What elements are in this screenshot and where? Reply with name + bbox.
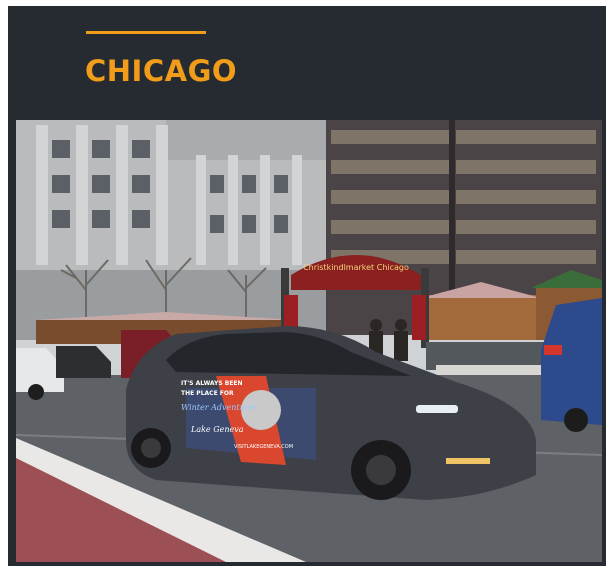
city-photo[interactable]: Christkindlmarket Chicago IT'S ALWAYS BE… [16, 120, 602, 562]
accent-rule [86, 31, 206, 34]
car-wrap-headline-2: THE PLACE FOR [181, 390, 234, 397]
city-card: CHICAGO Christkindlmarket Chicago IT'S A… [8, 6, 606, 566]
photo-illustration: Christkindlmarket Chicago IT'S ALWAYS BE… [16, 120, 602, 562]
market-sign-text: Christkindlmarket Chicago [303, 263, 409, 272]
car-wrap-url: VISITLAKEGENEVA.COM [234, 444, 293, 450]
car-wrap-headline-1: IT'S ALWAYS BEEN [181, 380, 243, 387]
car-wrap-script: Winter Adventures [181, 403, 257, 412]
car-wrap-brand: Lake Geneva [190, 425, 244, 434]
classical-building [16, 120, 326, 340]
city-title: CHICAGO [85, 54, 238, 88]
